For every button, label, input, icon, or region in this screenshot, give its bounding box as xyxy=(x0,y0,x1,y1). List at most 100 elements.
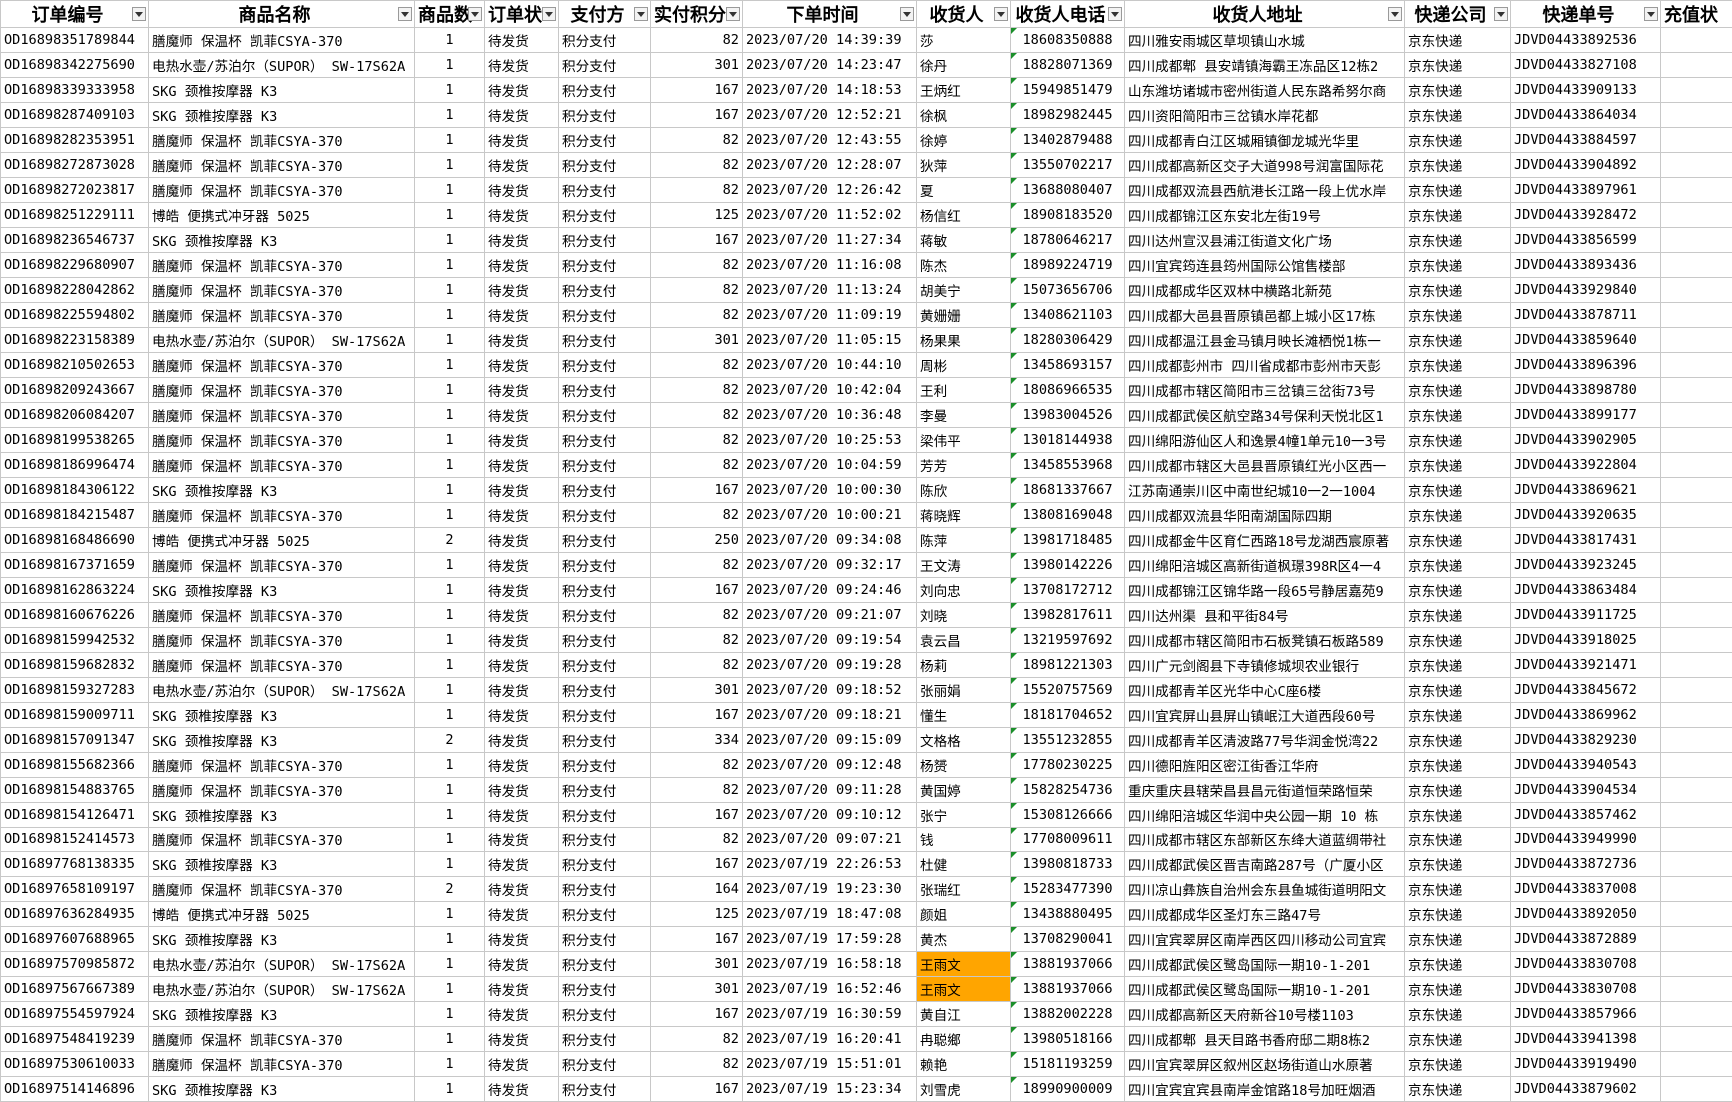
cell-courier[interactable]: 京东快递 xyxy=(1405,152,1511,177)
cell-order-id[interactable]: OD16898342275690 xyxy=(1,52,149,77)
cell-recipient-address[interactable]: 四川宜宾宜宾县南岸金馆路18号加旺烟酒 xyxy=(1125,1077,1405,1102)
cell-points-paid[interactable]: 125 xyxy=(651,202,743,227)
cell-recipient-phone[interactable]: 15283477390 xyxy=(1011,877,1125,902)
cell-order-time[interactable]: 2023/07/20 11:52:02 xyxy=(743,202,917,227)
cell-order-status[interactable]: 待发货 xyxy=(485,527,559,552)
cell-order-id[interactable]: OD16898157091347 xyxy=(1,727,149,752)
cell-order-status[interactable]: 待发货 xyxy=(485,77,559,102)
cell-payment-method[interactable]: 积分支付 xyxy=(559,202,651,227)
cell-quantity[interactable]: 1 xyxy=(415,402,485,427)
cell-recharge-status[interactable] xyxy=(1661,377,1732,402)
cell-order-status[interactable]: 待发货 xyxy=(485,827,559,852)
cell-order-status[interactable]: 待发货 xyxy=(485,102,559,127)
cell-product-name[interactable]: 电热水壶/苏泊尔（SUPOR） SW-17S62A xyxy=(149,977,415,1002)
cell-product-name[interactable]: 膳魔师 保温杯 凯菲CSYA-370 xyxy=(149,177,415,202)
cell-recipient[interactable]: 张丽娟 xyxy=(917,677,1011,702)
cell-tracking-number[interactable]: JDVD04433856599 xyxy=(1511,227,1661,252)
column-header-product-name[interactable]: 商品名称 xyxy=(149,1,415,28)
cell-quantity[interactable]: 1 xyxy=(415,477,485,502)
cell-points-paid[interactable]: 82 xyxy=(651,777,743,802)
cell-recipient[interactable]: 胡美宁 xyxy=(917,277,1011,302)
cell-recipient[interactable]: 梁伟平 xyxy=(917,427,1011,452)
cell-quantity[interactable]: 2 xyxy=(415,527,485,552)
cell-order-id[interactable]: OD16897607688965 xyxy=(1,927,149,952)
cell-recipient-address[interactable]: 四川绵阳涪城区华润中央公园一期 10 栋 xyxy=(1125,802,1405,827)
cell-recipient[interactable]: 陈欣 xyxy=(917,477,1011,502)
cell-payment-method[interactable]: 积分支付 xyxy=(559,277,651,302)
cell-product-name[interactable]: 膳魔师 保温杯 凯菲CSYA-370 xyxy=(149,602,415,627)
cell-recipient[interactable]: 徐婷 xyxy=(917,127,1011,152)
cell-points-paid[interactable]: 82 xyxy=(651,602,743,627)
cell-quantity[interactable]: 1 xyxy=(415,652,485,677)
cell-payment-method[interactable]: 积分支付 xyxy=(559,502,651,527)
cell-courier[interactable]: 京东快递 xyxy=(1405,227,1511,252)
cell-recharge-status[interactable] xyxy=(1661,252,1732,277)
cell-points-paid[interactable]: 82 xyxy=(651,127,743,152)
cell-recharge-status[interactable] xyxy=(1661,877,1732,902)
cell-product-name[interactable]: 电热水壶/苏泊尔（SUPOR） SW-17S62A xyxy=(149,677,415,702)
cell-courier[interactable]: 京东快递 xyxy=(1405,102,1511,127)
cell-payment-method[interactable]: 积分支付 xyxy=(559,802,651,827)
cell-courier[interactable]: 京东快递 xyxy=(1405,302,1511,327)
cell-points-paid[interactable]: 167 xyxy=(651,577,743,602)
cell-recipient-phone[interactable]: 13980818733 xyxy=(1011,852,1125,877)
cell-courier[interactable]: 京东快递 xyxy=(1405,52,1511,77)
cell-tracking-number[interactable]: JDVD04433919490 xyxy=(1511,1052,1661,1077)
cell-recipient[interactable]: 文格格 xyxy=(917,727,1011,752)
cell-product-name[interactable]: 博皓 便携式冲牙器 5025 xyxy=(149,902,415,927)
column-header-payment-method[interactable]: 支付方 xyxy=(559,1,651,28)
cell-order-status[interactable]: 待发货 xyxy=(485,327,559,352)
cell-tracking-number[interactable]: JDVD04433829230 xyxy=(1511,727,1661,752)
cell-product-name[interactable]: 膳魔师 保温杯 凯菲CSYA-370 xyxy=(149,277,415,302)
cell-recipient-phone[interactable]: 13018144938 xyxy=(1011,427,1125,452)
cell-product-name[interactable]: 博皓 便携式冲牙器 5025 xyxy=(149,202,415,227)
cell-product-name[interactable]: 膳魔师 保温杯 凯菲CSYA-370 xyxy=(149,627,415,652)
cell-recharge-status[interactable] xyxy=(1661,702,1732,727)
cell-payment-method[interactable]: 积分支付 xyxy=(559,302,651,327)
cell-order-id[interactable]: OD16898167371659 xyxy=(1,552,149,577)
cell-tracking-number[interactable]: JDVD04433911725 xyxy=(1511,602,1661,627)
cell-recharge-status[interactable] xyxy=(1661,627,1732,652)
cell-tracking-number[interactable]: JDVD04433863484 xyxy=(1511,577,1661,602)
cell-tracking-number[interactable]: JDVD04433857462 xyxy=(1511,802,1661,827)
cell-order-status[interactable]: 待发货 xyxy=(485,777,559,802)
cell-quantity[interactable]: 1 xyxy=(415,1077,485,1102)
cell-recipient-phone[interactable]: 17708009611 xyxy=(1011,827,1125,852)
cell-courier[interactable]: 京东快递 xyxy=(1405,477,1511,502)
cell-order-id[interactable]: OD16898351789844 xyxy=(1,28,149,53)
cell-quantity[interactable]: 1 xyxy=(415,677,485,702)
cell-quantity[interactable]: 1 xyxy=(415,28,485,53)
cell-product-name[interactable]: SKG 颈椎按摩器 K3 xyxy=(149,852,415,877)
cell-tracking-number[interactable]: JDVD04433872736 xyxy=(1511,852,1661,877)
cell-recharge-status[interactable] xyxy=(1661,577,1732,602)
cell-courier[interactable]: 京东快递 xyxy=(1405,1027,1511,1052)
cell-order-status[interactable]: 待发货 xyxy=(485,152,559,177)
cell-product-name[interactable]: 膳魔师 保温杯 凯菲CSYA-370 xyxy=(149,827,415,852)
cell-order-status[interactable]: 待发货 xyxy=(485,202,559,227)
cell-order-id[interactable]: OD16898184215487 xyxy=(1,502,149,527)
column-header-courier[interactable]: 快递公司 xyxy=(1405,1,1511,28)
cell-tracking-number[interactable]: JDVD04433904534 xyxy=(1511,777,1661,802)
cell-order-id[interactable]: OD16897658109197 xyxy=(1,877,149,902)
cell-recipient-phone[interactable]: 13551232855 xyxy=(1011,727,1125,752)
cell-order-time[interactable]: 2023/07/20 10:25:53 xyxy=(743,427,917,452)
cell-order-id[interactable]: OD16898206084207 xyxy=(1,402,149,427)
cell-recipient-phone[interactable]: 15181193259 xyxy=(1011,1052,1125,1077)
cell-recharge-status[interactable] xyxy=(1661,902,1732,927)
cell-courier[interactable]: 京东快递 xyxy=(1405,602,1511,627)
cell-recipient[interactable]: 芳芳 xyxy=(917,452,1011,477)
cell-recipient-address[interactable]: 四川成都郫 县安靖镇海霸王冻品区12栋2 xyxy=(1125,52,1405,77)
cell-order-time[interactable]: 2023/07/20 10:44:10 xyxy=(743,352,917,377)
cell-points-paid[interactable]: 301 xyxy=(651,52,743,77)
column-header-order-time[interactable]: 下单时间 xyxy=(743,1,917,28)
cell-quantity[interactable]: 1 xyxy=(415,552,485,577)
cell-recipient-phone[interactable]: 13708172712 xyxy=(1011,577,1125,602)
cell-order-time[interactable]: 2023/07/20 12:43:55 xyxy=(743,127,917,152)
cell-recipient-address[interactable]: 四川德阳旌阳区密江街香江华府 xyxy=(1125,752,1405,777)
cell-payment-method[interactable]: 积分支付 xyxy=(559,852,651,877)
cell-recipient[interactable]: 刘向忠 xyxy=(917,577,1011,602)
cell-order-time[interactable]: 2023/07/19 16:30:59 xyxy=(743,1002,917,1027)
cell-tracking-number[interactable]: JDVD04433827108 xyxy=(1511,52,1661,77)
cell-order-time[interactable]: 2023/07/20 11:27:34 xyxy=(743,227,917,252)
cell-points-paid[interactable]: 82 xyxy=(651,502,743,527)
